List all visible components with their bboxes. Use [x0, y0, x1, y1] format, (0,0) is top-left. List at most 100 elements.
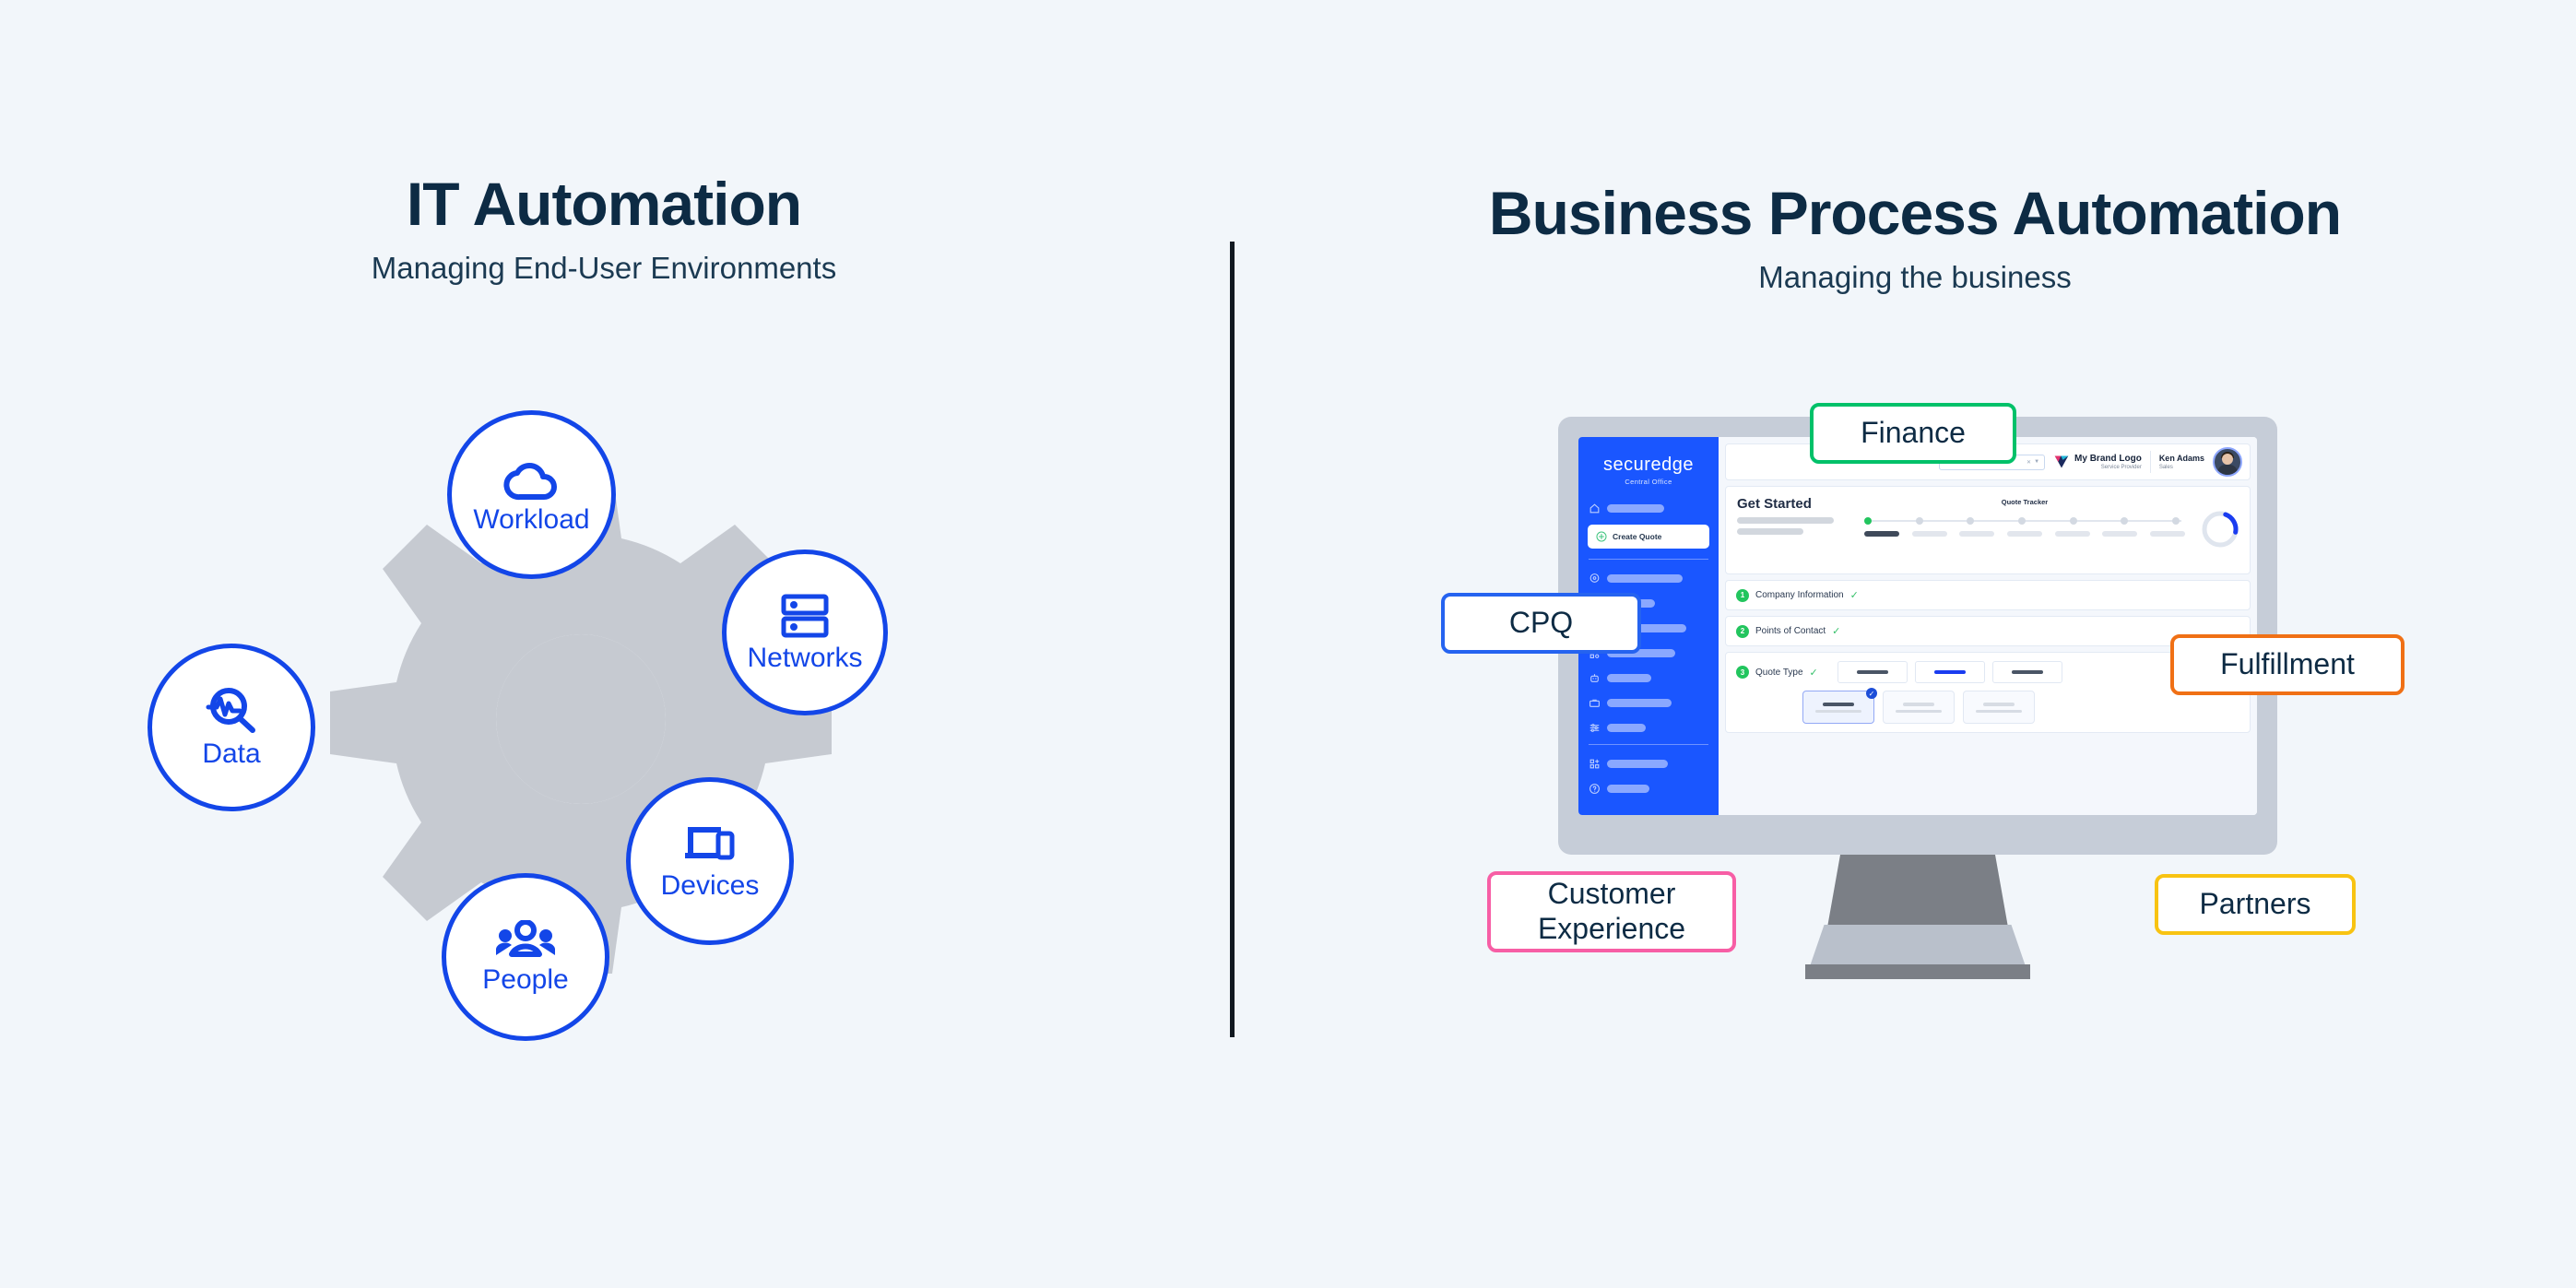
node-workload-label: Workload: [473, 503, 590, 535]
tracker-dot[interactable]: [1864, 517, 1872, 525]
topbar-divider: [2149, 451, 2151, 473]
sidebar-item-label-placeholder: [1607, 698, 1672, 707]
tracker-dot[interactable]: [2018, 517, 2027, 525]
tracker-captions: [1864, 531, 2185, 537]
brand-role: Service Provider: [2100, 465, 2142, 470]
clear-icon[interactable]: ✕: [2027, 459, 2031, 466]
step-number: 1: [1736, 588, 1749, 602]
plus-circle-icon: [1596, 531, 1607, 542]
tracker-dot[interactable]: [2172, 517, 2180, 525]
quote-tracker-steps: [1864, 517, 2185, 525]
sidebar-item-briefcase[interactable]: [1578, 696, 1719, 709]
sidebar-item-label-placeholder: [1607, 784, 1649, 793]
quote-type-option[interactable]: [1883, 691, 1955, 724]
sidebar-item-label-placeholder: [1607, 673, 1651, 682]
sidebar-item-apps-add[interactable]: [1578, 757, 1719, 770]
left-panel-heading: IT Automation Managing End-User Environm…: [0, 171, 1208, 286]
sidebar-divider-top: [1589, 559, 1708, 560]
quote-type-tabs: [1837, 661, 2062, 683]
tracker-caption: [2102, 531, 2138, 537]
tracker-dot[interactable]: [1915, 517, 1923, 525]
avatar[interactable]: [2213, 447, 2242, 477]
sidebar-divider-bottom: [1589, 744, 1708, 745]
tracker-dot[interactable]: [1967, 517, 1975, 525]
node-data[interactable]: Data: [148, 644, 315, 811]
sidebar-item-robot[interactable]: [1578, 671, 1719, 684]
node-people[interactable]: People: [442, 873, 609, 1041]
sidebar-item-sliders[interactable]: [1578, 721, 1719, 734]
skeleton-line: [1737, 517, 1834, 524]
it-automation-gear-diagram: Workload Networks Devices People Data: [148, 369, 931, 1069]
node-people-label: People: [482, 964, 569, 995]
right-panel-heading: Business Process Automation Managing the…: [1254, 180, 2576, 295]
quote-type-tab[interactable]: [1837, 661, 1908, 683]
help-icon: [1589, 783, 1600, 794]
sidebar-item-compass[interactable]: [1578, 572, 1719, 585]
quote-tracker-title: Quote Tracker: [2001, 498, 2049, 506]
tracker-caption: [2006, 531, 2042, 537]
sidebar-item-label-placeholder: [1607, 573, 1683, 583]
callout-cpq[interactable]: CPQ: [1441, 593, 1641, 654]
tracker-caption: [1959, 531, 1995, 537]
people-group-icon: [495, 919, 556, 961]
tracker-caption: [1911, 531, 1947, 537]
step-number: 2: [1736, 624, 1749, 638]
robot-icon: [1590, 673, 1599, 682]
sliders-icon: [1589, 723, 1600, 732]
compass-icon: [1589, 573, 1600, 583]
skeleton-line: [1737, 528, 1803, 535]
sidebar-item-help[interactable]: [1578, 782, 1719, 795]
briefcase-icon: [1589, 699, 1600, 707]
app-main-content: ✕ ▼ My Brand Logo Service Provider Ken A…: [1719, 437, 2257, 815]
quote-tracker: Quote Tracker: [1864, 498, 2185, 537]
node-workload[interactable]: Workload: [447, 410, 616, 579]
cloud-icon: [502, 456, 561, 501]
selected-check-icon: ✓: [1866, 688, 1877, 699]
brand-mark-icon: [2054, 455, 2069, 468]
get-started-card: Get Started Quote Tracker: [1725, 486, 2251, 574]
tracker-caption: [1864, 531, 1899, 537]
node-data-label: Data: [202, 739, 261, 769]
user-role: Sales: [2158, 465, 2173, 470]
node-networks-label: Networks: [747, 643, 863, 673]
step-company-information[interactable]: 1 Company Information ✓: [1725, 580, 2251, 610]
quote-type-option[interactable]: [1963, 691, 2035, 724]
callout-finance[interactable]: Finance: [1810, 403, 2016, 464]
node-devices[interactable]: Devices: [626, 777, 794, 945]
callout-fulfillment[interactable]: Fulfillment: [2170, 634, 2405, 695]
monitor-neck-lower: [1809, 925, 2027, 969]
step-label: Quote Type: [1755, 667, 1803, 678]
apps-add-icon: [1589, 759, 1600, 768]
vertical-divider: [1230, 242, 1235, 1037]
step-label: Points of Contact: [1755, 626, 1826, 636]
callout-customer-experience[interactable]: Customer Experience: [1487, 871, 1736, 952]
user-name: Ken Adams: [2158, 454, 2204, 463]
tracker-dot[interactable]: [2121, 517, 2129, 525]
right-panel-subtitle: Managing the business: [1758, 259, 2072, 294]
quote-type-tab[interactable]: [1991, 661, 2062, 683]
left-panel-title: IT Automation: [406, 170, 802, 238]
node-networks[interactable]: Networks: [722, 549, 888, 715]
create-quote-button[interactable]: Create Quote: [1588, 525, 1709, 549]
quote-type-option-selected[interactable]: ✓: [1802, 688, 1877, 724]
node-devices-label: Devices: [660, 870, 760, 901]
chevron-down-icon[interactable]: ▼: [2034, 459, 2039, 465]
quote-type-tab-selected[interactable]: [1914, 661, 1985, 683]
check-icon: ✓: [1809, 667, 1818, 679]
tracker-caption: [2149, 531, 2185, 537]
progress-donut: [2202, 511, 2239, 548]
app-logo-subtitle: Central Office: [1625, 478, 1672, 486]
app-logo-text: securedge: [1603, 455, 1694, 475]
sidebar-item-home[interactable]: [1578, 502, 1719, 514]
brand-logo-block: My Brand Logo Service Provider: [2053, 454, 2142, 470]
check-icon: ✓: [1849, 590, 1859, 601]
sidebar-item-label-placeholder: [1607, 723, 1646, 732]
brand-name: My Brand Logo: [2074, 454, 2142, 464]
tracker-dot[interactable]: [2069, 517, 2077, 525]
data-search-icon: [205, 687, 258, 735]
callout-partners[interactable]: Partners: [2155, 874, 2356, 935]
user-block[interactable]: Ken Adams Sales: [2159, 454, 2204, 470]
step-number: 3: [1736, 666, 1749, 679]
check-icon: ✓: [1832, 626, 1841, 637]
home-icon: [1589, 502, 1600, 513]
